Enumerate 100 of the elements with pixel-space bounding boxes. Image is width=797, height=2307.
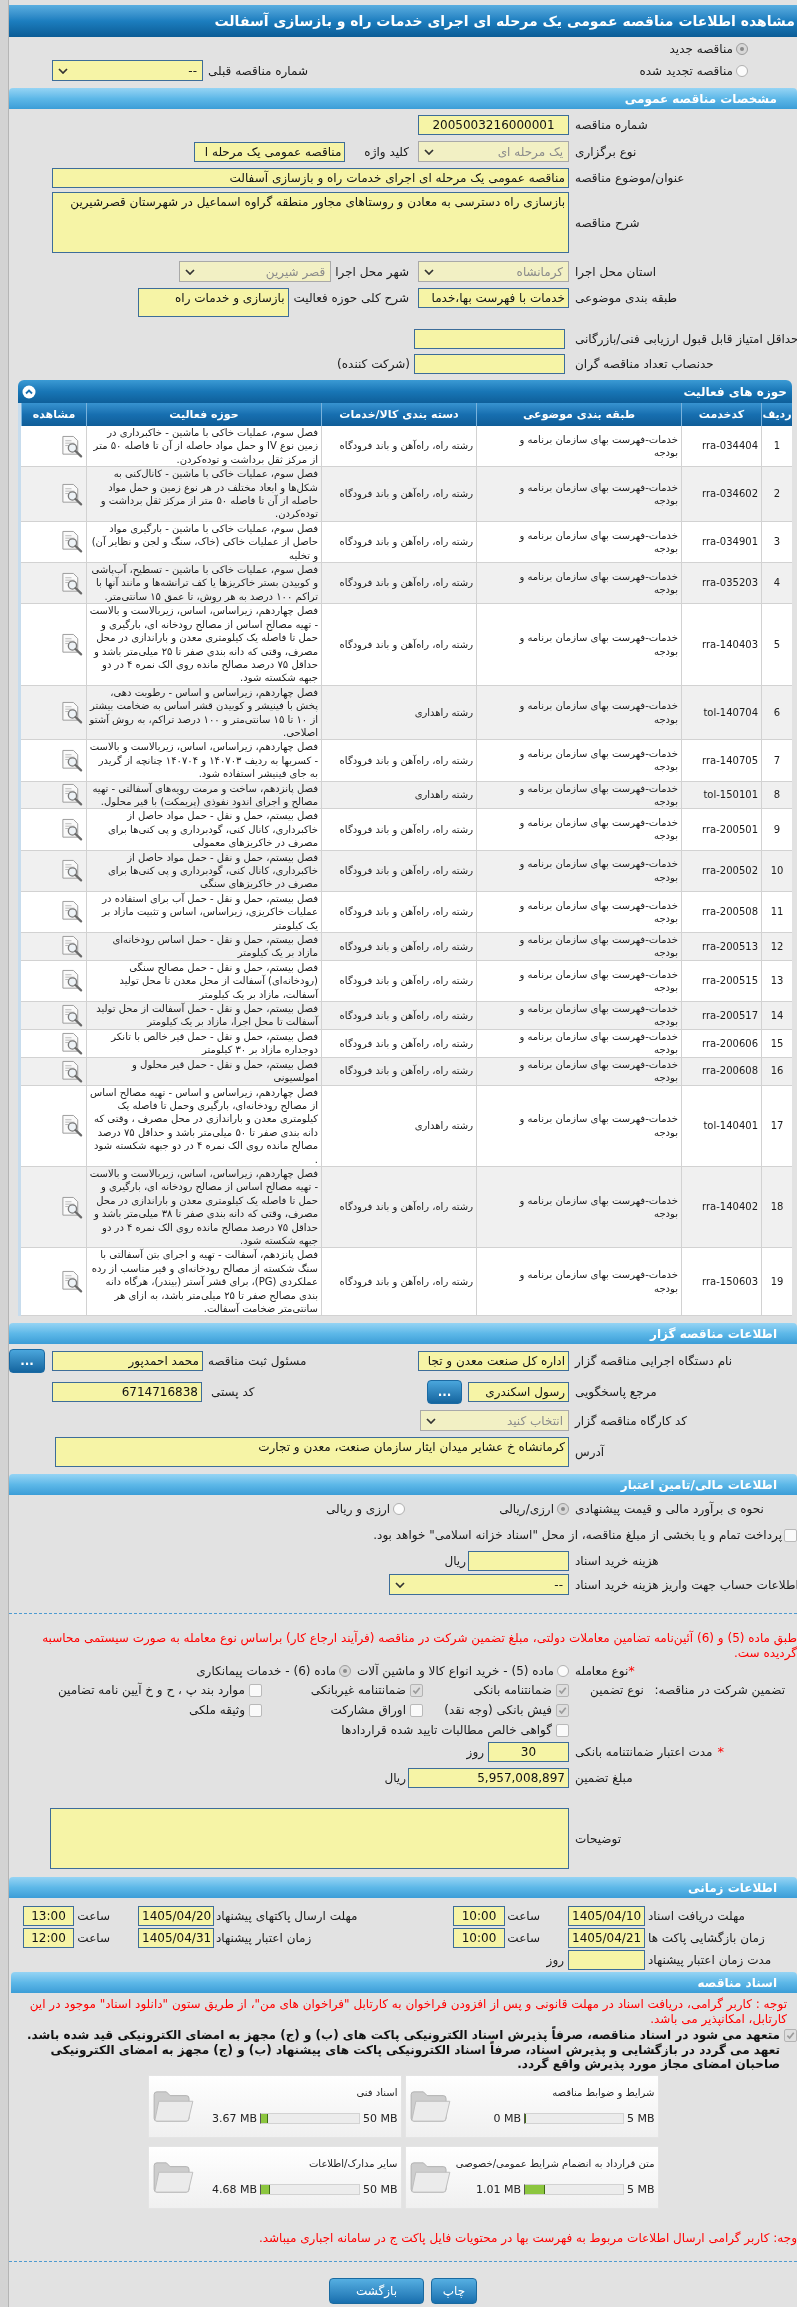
document-search-icon[interactable] <box>60 633 83 656</box>
agency-field[interactable]: اداره کل صنعت معدن و تجا <box>418 1351 569 1372</box>
checkbox[interactable] <box>249 1683 262 1697</box>
print-button[interactable]: چاپ <box>431 2277 477 2304</box>
validity-duration-field[interactable] <box>568 1950 645 1971</box>
time-field[interactable]: 10:00 <box>453 1906 505 1927</box>
field-label: شهر محل اجرا <box>335 263 409 280</box>
checkbox[interactable] <box>784 2029 797 2043</box>
activity-summary-field[interactable]: بازسازی و خدمات راه <box>137 288 289 317</box>
document-search-icon[interactable] <box>60 900 83 924</box>
keyword-field[interactable]: مناقصه عمومی یک مرحله ا <box>194 141 346 162</box>
field-label: نوع معامله <box>575 1663 629 1680</box>
min-bidders-field[interactable] <box>414 354 565 374</box>
date-field[interactable]: 1405/04/20 <box>138 1906 214 1927</box>
category-text: رشته راه، راه‌آهن و باند فرودگاه <box>339 974 473 988</box>
account-select[interactable]: -- <box>389 1574 569 1596</box>
field-label: اطلاعات حساب جهت واریز هزینه خرید اسناد <box>575 1576 797 1593</box>
service-code: rra-200502 <box>702 864 758 878</box>
document-search-icon[interactable] <box>60 482 83 506</box>
address-field[interactable]: کرمانشاه خ عشایر میدان ایثار سازمان صنعت، معدن و تجارت <box>55 1437 569 1468</box>
document-search-icon[interactable] <box>60 1059 83 1083</box>
document-search-icon[interactable] <box>60 818 83 841</box>
document-search-icon[interactable] <box>60 1114 83 1138</box>
checkbox[interactable] <box>556 1683 569 1697</box>
document-search-icon[interactable] <box>60 530 83 554</box>
time-field[interactable]: 13:00 <box>23 1906 74 1927</box>
previous-tender-select[interactable]: -- <box>52 60 203 81</box>
notes-field[interactable] <box>50 1808 569 1870</box>
document-search-icon[interactable] <box>60 1031 83 1055</box>
document-search-icon[interactable] <box>60 1195 83 1219</box>
checkbox[interactable] <box>410 1703 423 1717</box>
browse-button[interactable]: ... <box>427 1379 462 1404</box>
subject-field[interactable]: مناقصه عمومی یک مرحله ای اجرای خدمات راه و بازسازی آسفالت <box>52 168 569 188</box>
checkbox[interactable] <box>410 1683 423 1697</box>
checkbox[interactable] <box>556 1723 569 1737</box>
classification-text: خدمات-فهرست بهای سازمان برنامه و بودجه <box>518 1057 678 1085</box>
date-field[interactable]: 1405/04/10 <box>568 1906 645 1927</box>
postal-code-field[interactable]: 6714716838 <box>52 1381 202 1402</box>
document-search-icon[interactable] <box>60 1270 83 1294</box>
activity-text: فصل چهاردهم، زیراساس و اساس - رطوبت دهی، پخش با فینیشر و کوبیدن قشر اساس به ضخامت بیشتر از ۱۰ تا ۱۵ سانتی‌متر و ۱۰۰ درصد تراکم، به روش آشتو اصلاحی. <box>89 685 318 740</box>
document-search-icon[interactable] <box>60 701 83 725</box>
date-field[interactable]: 1405/04/31 <box>138 1928 214 1949</box>
section-header: اطلاعات مالی/تامین اعتبار <box>9 1474 797 1496</box>
document-search-icon[interactable] <box>60 859 83 883</box>
document-search-icon[interactable] <box>60 783 83 807</box>
document-fee-field[interactable] <box>468 1551 569 1572</box>
row-number: 9 <box>773 822 781 837</box>
responder-field[interactable]: رسول اسکندری <box>468 1381 569 1402</box>
category-text: رشته راه، راه‌آهن و باند فرودگاه <box>339 637 473 652</box>
radio-label: مناقصه تجدید شده <box>639 62 733 79</box>
field-label: روز <box>546 1952 564 1969</box>
max-size-label: 50 MB <box>362 2182 398 2196</box>
column-header: حوزه فعالیت <box>169 407 239 422</box>
document-search-icon[interactable] <box>60 434 83 458</box>
checkbox[interactable] <box>249 1703 262 1717</box>
time-field[interactable]: 12:00 <box>23 1928 74 1949</box>
checkbox[interactable] <box>784 1528 797 1542</box>
classification-text: خدمات-فهرست بهای سازمان برنامه و بودجه <box>518 933 678 960</box>
checkbox-label: موارد بند پ ، ح و خ آیین نامه تضامین <box>57 1682 245 1699</box>
collapse-icon[interactable] <box>22 384 36 399</box>
radio-button[interactable] <box>736 64 748 77</box>
field-label: ساعت <box>77 1908 110 1925</box>
section-header: اطلاعات مناقصه گزار <box>9 1323 797 1345</box>
classification-field[interactable]: خدمات با فهرست بها،خدما <box>418 288 569 308</box>
classification-text: خدمات-فهرست بهای سازمان برنامه و بودجه <box>518 699 678 726</box>
document-search-icon[interactable] <box>60 934 83 958</box>
validity-days-field[interactable]: 30 <box>488 1742 569 1763</box>
date-field[interactable]: 1405/04/21 <box>568 1928 645 1949</box>
radio-button[interactable] <box>557 1503 569 1516</box>
checkbox[interactable] <box>556 1703 569 1717</box>
radio-button[interactable] <box>736 43 748 55</box>
category-text: رشته راه، راه‌آهن و باند فرودگاه <box>339 939 473 954</box>
radio-button[interactable] <box>339 1665 351 1678</box>
field-label: حداقل امتیاز قابل قبول ارزیابی فنی/بازرگانی <box>575 331 797 347</box>
required-mark: * <box>717 1744 724 1761</box>
min-score-field[interactable] <box>414 329 565 349</box>
radio-button[interactable] <box>393 1503 406 1516</box>
time-field[interactable]: 10:00 <box>453 1928 505 1949</box>
used-size-label: 4.68 MB <box>211 2182 257 2196</box>
field-label: (شرکت کننده) <box>337 356 410 372</box>
back-button[interactable]: بازگشت <box>329 2277 424 2304</box>
guarantee-amount-field[interactable]: 5,957,008,897 <box>408 1768 569 1789</box>
browse-button[interactable]: ... <box>9 1349 45 1374</box>
row-number: 3 <box>773 535 781 549</box>
activity-text: فصل بیستم، حمل و نقل - حمل مواد حاصل از خاکبرداری، کانال کنی، گودبرداری و پی کنی‌ها برای مصرف در خاکریزهای سنگی <box>107 850 318 891</box>
radio-button[interactable] <box>557 1665 569 1678</box>
service-code: tol-150101 <box>703 788 758 802</box>
field-label: شرح کلی حوزه فعالیت <box>293 290 409 306</box>
page-title: مشاهده اطلاعات مناقصه عمومی یک مرحله ای اجرای خدمات راه و بازسازی آسفالت <box>9 5 797 37</box>
row-number: 4 <box>773 576 781 590</box>
tender-number-field[interactable]: 2005003216000001 <box>418 115 569 135</box>
category-text: رشته راهداری <box>414 1119 473 1133</box>
service-code: rra-034404 <box>702 439 758 453</box>
document-search-icon[interactable] <box>60 748 83 772</box>
document-search-icon[interactable] <box>60 1003 83 1027</box>
registrar-field[interactable]: محمد احمدپور <box>52 1351 203 1372</box>
document-search-icon[interactable] <box>60 571 83 595</box>
document-title: سایر مدارک/اطلاعات <box>307 2156 398 2170</box>
description-field[interactable]: بازسازی راه دسترسی به معادن و روستاهای مجاور منطقه گراوه اسماعیل در شهرستان قصرشیرین <box>52 192 569 253</box>
document-search-icon[interactable] <box>60 969 83 993</box>
